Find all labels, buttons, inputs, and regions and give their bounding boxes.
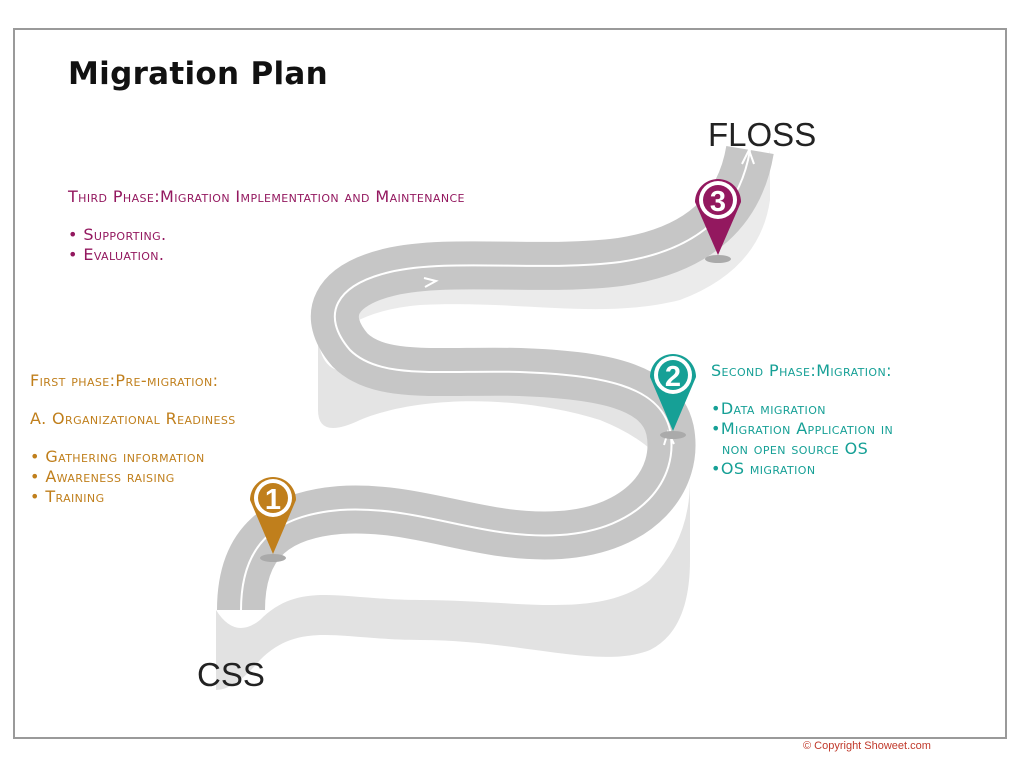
pin-3-number: 3 (710, 186, 726, 218)
pin-2-number: 2 (665, 361, 681, 393)
endpoint-floss: FLOSS (708, 116, 817, 153)
phase-3-title: Third Phase:Migration Implementation and… (68, 187, 465, 206)
phase-1-subtitle: A. Organizational Readiness (30, 409, 236, 428)
list-item: • Supporting. (68, 225, 167, 244)
list-item: non open source OS (711, 439, 869, 458)
list-item: •Migration Application in (711, 419, 894, 438)
phase-1-title: First phase:Pre-migration: (30, 371, 219, 390)
list-item: •OS migration (711, 459, 816, 478)
phase-2-list: •Data migration •Migration Application i… (711, 399, 893, 479)
phase-2-title: Second Phase:Migration: (711, 361, 892, 380)
phase-1-list: • Gathering information • Awareness rais… (30, 447, 236, 507)
phase-3-text: Third Phase:Migration Implementation and… (68, 187, 465, 265)
endpoint-css: CSS (197, 656, 265, 693)
phase-2-text: Second Phase:Migration: •Data migration … (711, 361, 893, 479)
list-item: • Awareness raising (30, 467, 175, 486)
phase-1-text: First phase:Pre-migration: A. Organizati… (30, 371, 236, 507)
copyright-text: © Copyright Showeet.com (803, 740, 931, 752)
pin-1-number: 1 (265, 484, 281, 516)
list-item: • Training (30, 487, 105, 506)
list-item: •Data migration (711, 399, 826, 418)
list-item: • Evaluation. (68, 245, 165, 264)
phase-3-list: • Supporting. • Evaluation. (68, 225, 465, 265)
list-item: • Gathering information (30, 447, 205, 466)
